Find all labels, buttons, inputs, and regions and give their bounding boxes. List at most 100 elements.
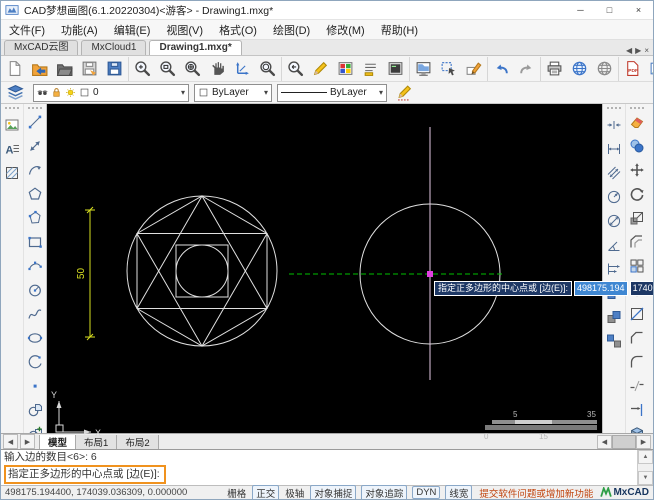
export-image-button[interactable]: [645, 57, 653, 81]
menu-item-0[interactable]: 文件(F): [1, 20, 53, 39]
text-window-button[interactable]: [383, 57, 408, 81]
polygon-button[interactable]: [24, 182, 47, 206]
menu-item-6[interactable]: 修改(M): [318, 20, 373, 39]
tab-close-button[interactable]: ×: [644, 46, 649, 55]
status-toggle-0[interactable]: 栅格: [226, 486, 247, 500]
draw-settings-button[interactable]: [308, 57, 333, 81]
publish-web-button[interactable]: [567, 57, 592, 81]
layer-select[interactable]: 0 ▾: [33, 83, 189, 102]
layer-manager-button[interactable]: [3, 81, 28, 105]
dim-diameter-button[interactable]: [603, 209, 626, 233]
dynamic-input-y-field[interactable]: 174039.656: [629, 281, 653, 296]
arc-button[interactable]: [24, 158, 47, 182]
linetype-select[interactable]: ByLayer ▾: [277, 83, 387, 102]
tab-next-button[interactable]: ▶: [635, 46, 641, 55]
open-web-drawing-button[interactable]: [27, 57, 52, 81]
menu-item-7[interactable]: 帮助(H): [373, 20, 426, 39]
pan-button[interactable]: [205, 57, 230, 81]
export-pdf-button[interactable]: PDF: [620, 57, 645, 81]
feedback-link[interactable]: 提交软件问题或增加新功能: [479, 486, 593, 500]
color-select[interactable]: ByLayer ▾: [194, 83, 272, 102]
color-palette-button[interactable]: [333, 57, 358, 81]
make-block-button[interactable]: [24, 398, 47, 422]
mtext-button[interactable]: A: [1, 137, 24, 161]
undo-button[interactable]: [489, 57, 514, 81]
zoom-scale-button[interactable]: [230, 57, 255, 81]
doc-tab-2[interactable]: Drawing1.mxg*: [149, 40, 242, 55]
toolbar-grip[interactable]: [5, 107, 19, 112]
menu-item-4[interactable]: 格式(O): [211, 20, 265, 39]
circle-button[interactable]: [24, 278, 47, 302]
edit-brush-button[interactable]: [461, 57, 486, 81]
copy-button[interactable]: [626, 134, 649, 158]
spline-button[interactable]: [24, 302, 47, 326]
save-button[interactable]: [77, 57, 102, 81]
dim-radius-button[interactable]: [603, 185, 626, 209]
command-vscrollbar[interactable]: ▲ ▼: [637, 450, 653, 485]
zoom-extents-button[interactable]: [180, 57, 205, 81]
redo-button[interactable]: [514, 57, 539, 81]
scroll-up-button[interactable]: ▲: [638, 450, 653, 464]
zoom-window-button[interactable]: [155, 57, 180, 81]
select-objects-button[interactable]: [436, 57, 461, 81]
status-toggle-6[interactable]: 线宽: [445, 484, 473, 499]
trim-button[interactable]: [626, 302, 649, 326]
dim-linear-button[interactable]: [603, 137, 626, 161]
zoom-in-button[interactable]: [130, 57, 155, 81]
rotate-button[interactable]: [626, 182, 649, 206]
arc-3pt-button[interactable]: [24, 254, 47, 278]
arc-continue-button[interactable]: [24, 350, 47, 374]
extend-button[interactable]: [626, 398, 649, 422]
scale-button[interactable]: [626, 206, 649, 230]
dynamic-input-x-field[interactable]: 498175.194: [574, 281, 628, 296]
scroll-down-button[interactable]: ▼: [638, 471, 653, 485]
point-button[interactable]: [24, 374, 47, 398]
menu-item-1[interactable]: 功能(A): [53, 20, 106, 39]
linetype-dropdown-icon[interactable]: ▾: [379, 88, 383, 97]
maximize-button[interactable]: □: [595, 1, 624, 19]
sheet-next-button[interactable]: ▶: [20, 434, 35, 449]
toolbar-grip[interactable]: [607, 107, 621, 112]
new-file-button[interactable]: [2, 57, 27, 81]
hscroll-right-button[interactable]: ▶: [636, 434, 651, 449]
toolbar-grip[interactable]: [630, 107, 644, 109]
menu-item-2[interactable]: 编辑(E): [106, 20, 159, 39]
fillet-button[interactable]: [626, 350, 649, 374]
status-toggle-5[interactable]: DYN: [412, 486, 441, 499]
save-as-button[interactable]: [102, 57, 127, 81]
toolbar-grip[interactable]: [28, 107, 42, 109]
offset-button[interactable]: [626, 230, 649, 254]
line-button[interactable]: [24, 110, 47, 134]
status-toggle-2[interactable]: 极轴: [284, 486, 305, 500]
zoom-all-button[interactable]: [255, 57, 280, 81]
dim-aligned-button[interactable]: [603, 161, 626, 185]
menu-item-5[interactable]: 绘图(D): [265, 20, 318, 39]
erase-button[interactable]: [626, 110, 649, 134]
dim-angular-button[interactable]: [603, 233, 626, 257]
ungroup-button[interactable]: [603, 329, 626, 353]
command-line-button[interactable]: [358, 57, 383, 81]
dim-baseline-button[interactable]: [603, 257, 626, 281]
color-dropdown-icon[interactable]: ▾: [264, 88, 268, 97]
chamfer-button[interactable]: [626, 326, 649, 350]
dim-quick-button[interactable]: [603, 113, 626, 137]
drawing-canvas[interactable]: 50 Y X 5 35 0 15 指定正多边形的中心点或 [边(E)]: 498175.19…: [47, 104, 653, 441]
status-toggle-4[interactable]: 对象追踪: [361, 484, 408, 499]
doc-tab-0[interactable]: MxCAD云图: [4, 40, 79, 55]
hatch-button[interactable]: [1, 161, 24, 185]
doc-tab-1[interactable]: MxCloud1: [81, 40, 147, 55]
layer-dropdown-icon[interactable]: ▾: [181, 88, 185, 97]
group-button[interactable]: [603, 305, 626, 329]
minimize-button[interactable]: ─: [566, 1, 595, 19]
close-button[interactable]: ×: [624, 1, 653, 19]
sheet-prev-button[interactable]: ◀: [3, 434, 18, 449]
status-toggle-3[interactable]: 对象捕捉: [310, 484, 357, 499]
break-button[interactable]: [626, 374, 649, 398]
status-toggle-1[interactable]: 正交: [252, 484, 280, 499]
move-button[interactable]: [626, 158, 649, 182]
array-button[interactable]: [626, 254, 649, 278]
menu-item-3[interactable]: 视图(V): [158, 20, 211, 39]
polyline-button[interactable]: [24, 134, 47, 158]
tab-prev-button[interactable]: ◀: [626, 46, 632, 55]
insert-image-button[interactable]: [1, 113, 24, 137]
